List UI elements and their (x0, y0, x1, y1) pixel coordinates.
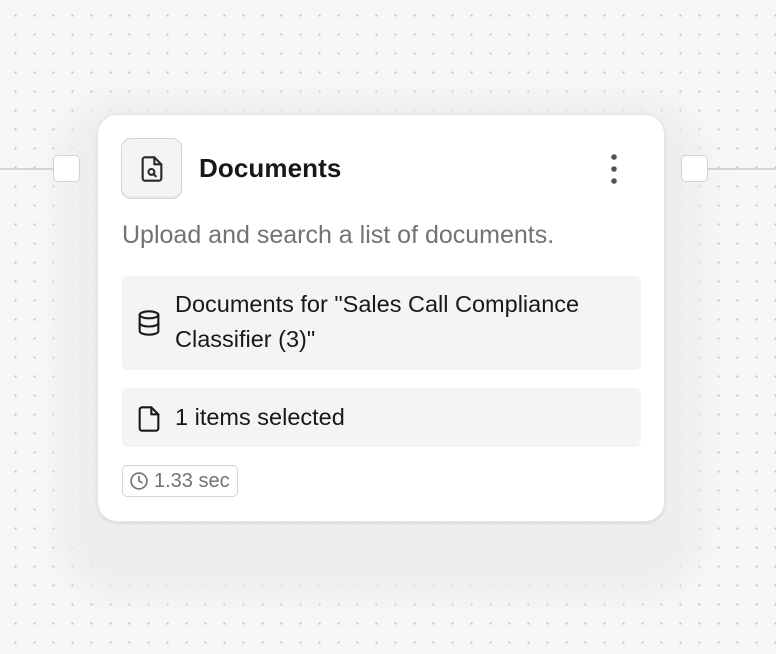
outgoing-edge (708, 168, 776, 170)
file-search-icon (141, 155, 162, 182)
node-menu-button[interactable] (598, 151, 630, 187)
node-icon-box (121, 138, 182, 199)
selection-row[interactable]: 1 items selected (122, 388, 641, 447)
node-description: Upload and search a list of documents. (122, 221, 555, 249)
more-vertical-icon (611, 154, 617, 184)
dataset-label: Documents for "Sales Call Compliance Cla… (175, 291, 580, 352)
database-icon (135, 308, 163, 343)
input-handle[interactable] (53, 155, 80, 182)
output-handle[interactable] (681, 155, 708, 182)
node-title: Documents (199, 153, 342, 183)
incoming-edge (0, 168, 56, 170)
file-icon (135, 404, 163, 439)
documents-node-card[interactable]: Documents Upload and search a list of do… (97, 114, 665, 522)
selection-label: 1 items selected (175, 404, 345, 430)
timing-badge: 1.33 sec (122, 465, 238, 497)
timing-label: 1.33 sec (154, 469, 230, 492)
dataset-row[interactable]: Documents for "Sales Call Compliance Cla… (122, 276, 641, 370)
clock-icon (130, 472, 148, 490)
